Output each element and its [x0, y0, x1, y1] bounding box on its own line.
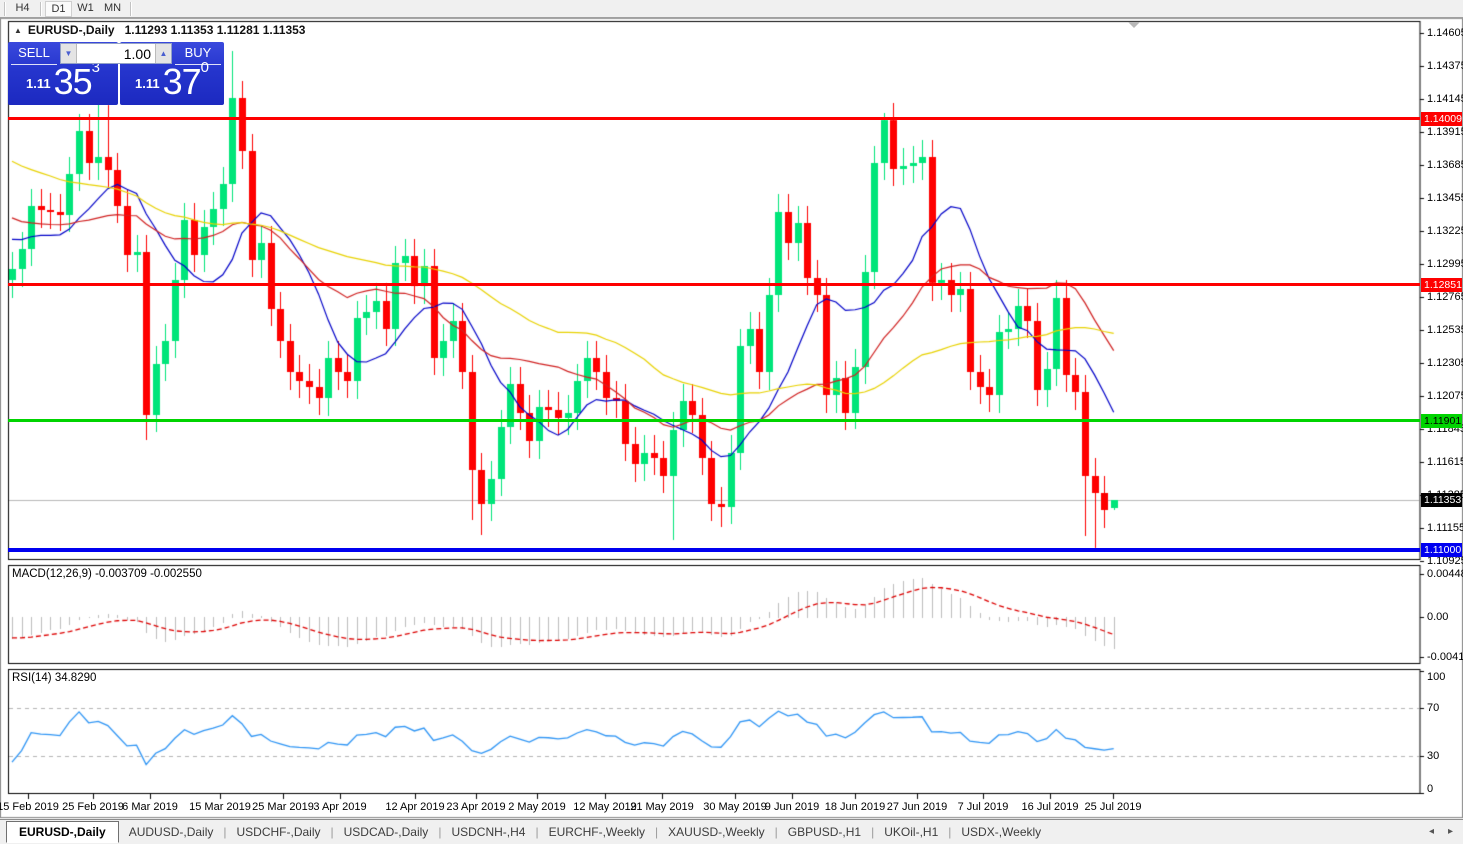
chart-tab-ukoil-h1[interactable]: UKOil-,H1 [874, 822, 948, 842]
rsi-axis-label: 30 [1427, 750, 1439, 762]
date-axis-label: 25 Feb 2019 [62, 801, 124, 813]
macd-axis-label: 0.004484 [1427, 568, 1463, 580]
price-level-line-1.11901[interactable] [8, 419, 1420, 422]
chart-tab-bar: EURUSD-,DailyAUDUSD-,Daily|USDCHF-,Daily… [0, 819, 1463, 844]
price-axis-label: 1.12305 [1427, 357, 1463, 369]
price-axis-label: 1.13915 [1427, 126, 1463, 138]
price-axis-label: 1.14145 [1427, 93, 1463, 105]
chart-tab-usdchf-daily[interactable]: USDCHF-,Daily [227, 822, 331, 842]
date-axis-label: 2 May 2019 [508, 801, 565, 813]
spinner-down-icon: ▼ [65, 49, 73, 58]
date-axis-label: 21 May 2019 [630, 801, 694, 813]
price-level-tag: 1.14009 [1421, 112, 1462, 126]
price-level-line-1.14009[interactable] [8, 117, 1420, 120]
date-axis-label: 12 Apr 2019 [385, 801, 444, 813]
chart-tab-xauusd-weekly[interactable]: XAUUSD-,Weekly [658, 822, 774, 842]
rsi-indicator-label: RSI(14) 34.8290 [12, 672, 96, 684]
chart-tab-usdcad-daily[interactable]: USDCAD-,Daily [334, 822, 439, 842]
price-axis-label: 1.13225 [1427, 225, 1463, 237]
volume-input[interactable] [77, 44, 155, 63]
spinner-up-icon: ▲ [160, 49, 168, 58]
date-axis-label: 12 May 2019 [573, 801, 637, 813]
date-axis-label: 9 Jun 2019 [765, 801, 819, 813]
macd-indicator-label: MACD(12,26,9) -0.003709 -0.002550 [12, 568, 202, 580]
timeframe-button-d1[interactable]: D1 [45, 1, 72, 17]
one-click-trading-panel: SELL 1.11353 BUY 1.11370 ▼ ▲ [8, 42, 224, 105]
rsi-axis-label: 70 [1427, 702, 1439, 714]
tab-scroll-right-icon[interactable]: ▸ [1448, 826, 1453, 837]
toolbar-separator [40, 2, 41, 16]
tab-scroll-controls: ◂ ▸ [1429, 826, 1453, 837]
chart-tab-usdcnh-h4[interactable]: USDCNH-,H4 [441, 822, 535, 842]
price-axis-label: 1.11155 [1427, 522, 1463, 534]
timeframe-button-h4[interactable]: H4 [9, 1, 36, 17]
date-axis-label: 15 Feb 2019 [0, 801, 59, 813]
date-axis-label: 18 Jun 2019 [825, 801, 886, 813]
chart-tab-eurusd-daily[interactable]: EURUSD-,Daily [6, 821, 119, 843]
collapse-panel-icon[interactable]: ▲ [14, 26, 22, 35]
sell-price: 1.11353 [8, 59, 118, 103]
tab-scroll-left-icon[interactable]: ◂ [1429, 826, 1434, 837]
macd-axis-label: 0.00 [1427, 611, 1448, 623]
price-axis-label: 1.12075 [1427, 390, 1463, 402]
price-axis-label: 1.11615 [1427, 456, 1463, 468]
chart-tab-gbpusd-h1[interactable]: GBPUSD-,H1 [778, 822, 871, 842]
macd-axis-label: -0.0041 [1427, 651, 1463, 663]
date-axis-label: 6 Mar 2019 [122, 801, 178, 813]
date-axis-label: 7 Jul 2019 [958, 801, 1009, 813]
rsi-axis-label: 0 [1427, 783, 1433, 795]
date-axis-label: 16 Jul 2019 [1022, 801, 1079, 813]
chart-title: ▲ EURUSD-,Daily 1.11293 1.11353 1.11281 1.… [14, 23, 305, 37]
chart-symbol-label: EURUSD-,Daily [28, 23, 115, 37]
buy-price: 1.11370 [120, 59, 224, 103]
buy-button[interactable]: BUY [175, 45, 221, 60]
chart-tab-usdx-weekly[interactable]: USDX-,Weekly [951, 822, 1051, 842]
chart-ohlc-values: 1.11293 1.11353 1.11281 1.11353 [125, 23, 306, 37]
timeframe-button-mn[interactable]: MN [99, 1, 126, 17]
price-level-tag: 1.12851 [1421, 278, 1462, 292]
date-axis-label: 25 Mar 2019 [252, 801, 314, 813]
current-price-tag: 1.11353 [1421, 493, 1462, 507]
terminal-window: H4 D1W1MN ▲ EURUSD-,Daily 1.11293 1.11353 1… [0, 0, 1463, 844]
price-axis-label: 1.13455 [1427, 192, 1463, 204]
price-level-tag: 1.11901 [1421, 414, 1462, 428]
timeframe-button-w1[interactable]: W1 [72, 1, 99, 17]
toolbar-separator [130, 2, 131, 16]
rsi-axis-label: 100 [1427, 671, 1445, 683]
price-level-line-1.12851[interactable] [8, 283, 1420, 286]
timeframe-toolbar: H4 D1W1MN [0, 0, 1463, 18]
price-axis-label: 1.13685 [1427, 159, 1463, 171]
sell-button[interactable]: SELL [11, 45, 57, 60]
price-axis-label: 1.12995 [1427, 258, 1463, 270]
chart-tab-eurchf-weekly[interactable]: EURCHF-,Weekly [539, 822, 655, 842]
price-axis-label: 1.14375 [1427, 60, 1463, 72]
volume-increase-button[interactable]: ▲ [155, 44, 171, 63]
date-axis-label: 30 May 2019 [703, 801, 767, 813]
price-level-line-1.11000[interactable] [8, 548, 1420, 552]
date-axis-label: 15 Mar 2019 [189, 801, 251, 813]
price-axis-label: 1.12535 [1427, 324, 1463, 336]
price-axis-label: 1.14605 [1427, 27, 1463, 39]
date-axis-label: 3 Apr 2019 [313, 801, 366, 813]
date-axis-label: 23 Apr 2019 [446, 801, 505, 813]
chart-shift-marker-icon[interactable] [1128, 22, 1140, 28]
volume-control: ▼ ▲ [60, 43, 172, 64]
volume-decrease-button[interactable]: ▼ [61, 44, 77, 63]
price-axis-label: 1.12765 [1427, 291, 1463, 303]
price-level-tag: 1.11000 [1421, 543, 1462, 557]
date-axis-label: 25 Jul 2019 [1085, 801, 1142, 813]
date-axis-label: 27 Jun 2019 [887, 801, 948, 813]
chart-tab-audusd-daily[interactable]: AUDUSD-,Daily [119, 822, 224, 842]
chart-tabs: EURUSD-,DailyAUDUSD-,Daily|USDCHF-,Daily… [6, 821, 1051, 843]
